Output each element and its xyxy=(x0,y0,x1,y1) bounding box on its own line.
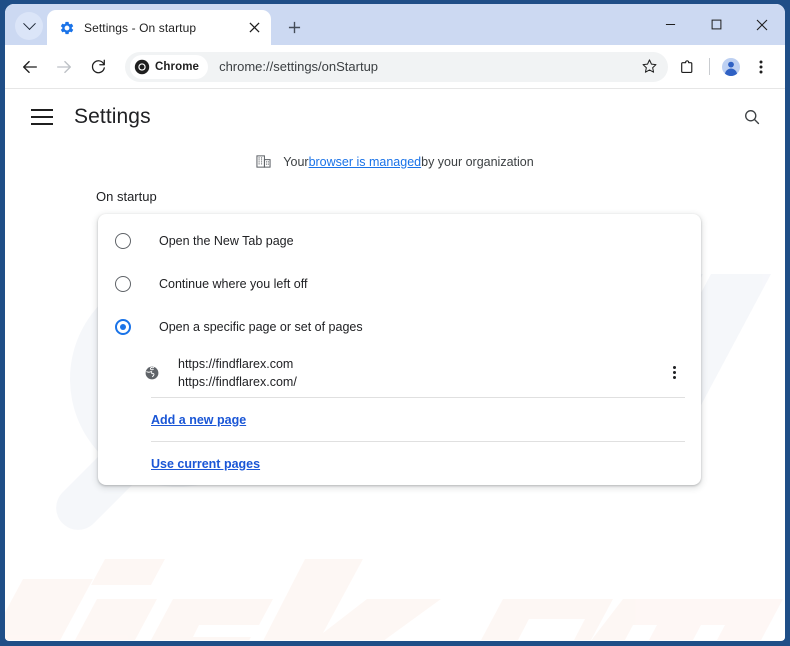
startup-page-texts: https://findflarex.com https://findflare… xyxy=(178,355,661,391)
settings-search-button[interactable] xyxy=(739,104,765,130)
tab-close-button[interactable] xyxy=(245,19,263,37)
managed-browser-banner: Your browser is managed by your organiza… xyxy=(5,154,785,169)
star-icon xyxy=(642,59,656,73)
globe-icon xyxy=(145,366,159,379)
arrow-right-icon xyxy=(57,60,71,73)
profile-avatar-icon xyxy=(722,57,740,76)
settings-gear-icon xyxy=(60,21,74,34)
three-dot-menu-icon xyxy=(672,365,676,369)
organization-building-icon xyxy=(256,155,271,168)
radio-button-selected[interactable] xyxy=(115,318,131,335)
close-icon xyxy=(756,19,768,30)
radio-button[interactable] xyxy=(115,275,131,292)
minimize-button[interactable] xyxy=(647,4,693,45)
add-new-page-link[interactable]: Add a new page xyxy=(151,413,246,427)
page-title: Settings xyxy=(74,105,151,128)
startup-page-subtitle: https://findflarex.com/ xyxy=(178,374,297,389)
startup-option-label: Continue where you left off xyxy=(159,276,308,291)
three-dot-menu-icon xyxy=(759,60,763,73)
extensions-puzzle-icon xyxy=(681,59,693,73)
on-startup-card: Open the New Tab page Continue where you… xyxy=(98,214,701,485)
reload-button[interactable] xyxy=(83,52,113,82)
url-text[interactable]: chrome://settings/onStartup xyxy=(219,59,636,74)
browser-window: Settings - On startup Chrome chrome://se… xyxy=(0,0,790,646)
radio-button[interactable] xyxy=(115,232,131,249)
browser-menu-button[interactable] xyxy=(746,52,776,82)
add-new-page-row[interactable]: Add a new page xyxy=(98,398,701,441)
chrome-chip-label: Chrome xyxy=(155,60,200,73)
plus-icon xyxy=(288,21,300,33)
use-current-pages-link[interactable]: Use current pages xyxy=(151,457,260,471)
forward-button[interactable] xyxy=(49,52,79,82)
three-dot-menu-icon xyxy=(672,371,676,374)
use-current-pages-row[interactable]: Use current pages xyxy=(98,442,701,485)
hamburger-menu-icon[interactable] xyxy=(31,109,53,125)
new-tab-button[interactable] xyxy=(280,13,308,41)
managed-prefix: Your xyxy=(283,154,309,169)
chevron-down-icon xyxy=(22,16,36,30)
managed-suffix: by your organization xyxy=(421,154,534,169)
three-dot-menu-icon xyxy=(672,376,676,380)
settings-header: Settings xyxy=(5,89,785,145)
window-controls xyxy=(647,4,785,45)
close-button[interactable] xyxy=(739,4,785,45)
minimize-icon xyxy=(665,23,675,26)
tab-search-button[interactable] xyxy=(15,12,43,40)
close-icon xyxy=(248,22,260,33)
startup-option-label: Open a specific page or set of pages xyxy=(159,319,363,334)
managed-browser-link[interactable]: browser is managed xyxy=(309,155,422,169)
browser-tab[interactable]: Settings - On startup xyxy=(47,10,271,45)
back-button[interactable] xyxy=(15,52,45,82)
tab-title: Settings - On startup xyxy=(84,20,197,35)
maximize-button[interactable] xyxy=(693,4,739,45)
browser-window-inner: Settings - On startup Chrome chrome://se… xyxy=(5,4,785,641)
startup-page-row: https://findflarex.com https://findflare… xyxy=(98,348,701,397)
bookmark-star-button[interactable] xyxy=(636,54,662,80)
arrow-left-icon xyxy=(23,60,37,73)
reload-icon xyxy=(91,59,105,74)
startup-option-continue[interactable]: Continue where you left off xyxy=(98,262,701,305)
toolbar-separator xyxy=(709,58,710,75)
profile-button[interactable] xyxy=(716,52,746,82)
maximize-icon xyxy=(711,19,721,30)
section-title: On startup xyxy=(96,189,157,204)
startup-page-title: https://findflarex.com xyxy=(178,356,294,371)
startup-option-new-tab[interactable]: Open the New Tab page xyxy=(98,219,701,262)
startup-option-label: Open the New Tab page xyxy=(159,233,294,248)
address-bar[interactable]: Chrome chrome://settings/onStartup xyxy=(125,51,668,82)
tab-strip: Settings - On startup xyxy=(5,4,785,45)
startup-page-menu-button[interactable] xyxy=(661,360,687,386)
search-icon xyxy=(745,110,760,125)
chrome-origin-chip[interactable]: Chrome xyxy=(130,54,209,79)
startup-option-specific-pages[interactable]: Open a specific page or set of pages xyxy=(98,305,701,348)
extensions-button[interactable] xyxy=(673,52,703,82)
browser-toolbar: Chrome chrome://settings/onStartup xyxy=(5,45,785,89)
chrome-logo-icon xyxy=(134,59,150,74)
settings-page: Settings Your browser is managed by your… xyxy=(5,89,785,640)
